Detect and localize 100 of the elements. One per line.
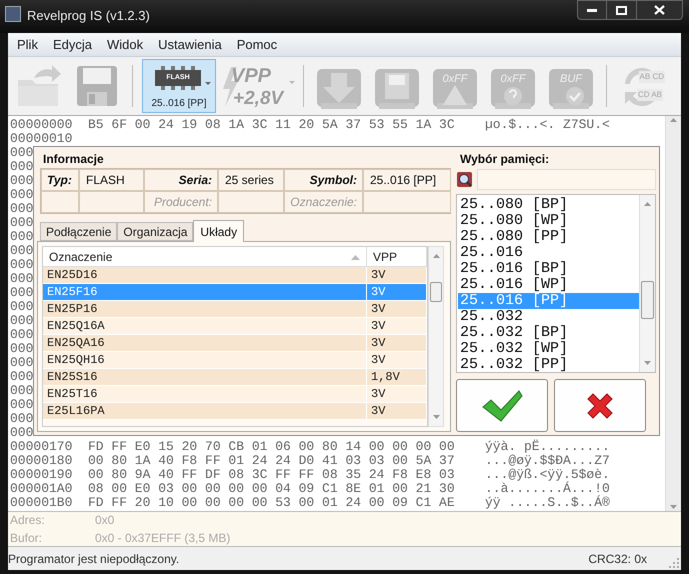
scrollbar[interactable] (665, 116, 681, 511)
column-title: VPP (373, 248, 398, 266)
scroll-thumb[interactable] (430, 282, 442, 302)
compare-label: CD AB (636, 89, 663, 101)
hex-address: 000 (10, 215, 34, 230)
table-row[interactable]: EN25P16 3V (43, 301, 427, 318)
search-icon (456, 171, 473, 188)
compare-label: AB CD (638, 71, 665, 83)
list-item[interactable]: 25..016 (458, 244, 639, 261)
table-cell: 3V (367, 267, 427, 283)
hex-ascii: ...@øÿ.$$ÐA...Z7 (485, 454, 610, 468)
hex-address: 00000000 (10, 117, 72, 132)
minimize-button[interactable] (577, 0, 607, 20)
scroll-down-icon (644, 361, 651, 365)
hex-address: 000 (10, 369, 34, 384)
column-header[interactable]: VPP (367, 247, 427, 266)
hex-address: 000 (10, 299, 34, 314)
field-label: Seria: (144, 169, 218, 191)
resize-grip-icon (669, 558, 679, 568)
menu-item[interactable]: Pomoc (230, 34, 284, 54)
hex-ascii: ..à.......Á...!0 (485, 482, 610, 496)
hex-address: 000 (10, 285, 34, 300)
scroll-up-icon (670, 118, 677, 122)
hex-ascii: µo.$...<. Z7SU.< (485, 118, 610, 132)
table-cell: EN25Q16A (43, 318, 367, 334)
empty-cell (79, 191, 144, 213)
tab[interactable]: Podłączenie (40, 222, 118, 241)
menu-item[interactable]: Widok (100, 34, 150, 54)
hex-address: 000 (10, 383, 34, 398)
info-value: 0x0 - 0x37EFFF (3,5 MB) (95, 530, 230, 547)
table-row[interactable]: E25L16PA 3V (43, 403, 427, 420)
field-value: FLASH (79, 169, 144, 191)
status-message: Programator jest niepodłączony. (8, 550, 180, 568)
hex-address: 00000170 (10, 439, 72, 454)
hex-bytes: FD FF 20 10 00 00 00 00 53 00 01 24 00 09 C1 AE (88, 496, 456, 510)
table-cell: EN25QH16 (43, 352, 367, 368)
search-field[interactable] (477, 169, 656, 190)
minimize-icon (587, 8, 597, 12)
maximize-button[interactable] (607, 0, 637, 20)
tab[interactable]: Układy (193, 220, 244, 242)
table-row[interactable]: EN25T16 3V (43, 386, 427, 403)
scroll-down-icon (670, 505, 677, 509)
list-item[interactable]: 25..032 [BP] (458, 324, 639, 341)
chip-caption: 25..016 [PP] (151, 98, 207, 110)
crc-value: CRC32: 0x (588, 550, 647, 568)
hex-address: 000 (10, 145, 34, 160)
hex-ascii: ýÿ .....S..$..Á® (485, 496, 610, 510)
hex-address: 000 (10, 187, 34, 202)
tab[interactable]: Organizacja (117, 222, 194, 241)
scroll-thumb[interactable] (641, 280, 654, 319)
table-cell: EN25P16 (43, 301, 367, 317)
column-header[interactable]: Oznaczenie (43, 247, 367, 266)
list-item[interactable]: 25..080 [BP] (458, 196, 639, 213)
table-row[interactable]: EN25QA16 3V (43, 335, 427, 352)
menu-item[interactable]: Edycja (46, 34, 99, 54)
hex-ascii: ýÿà. pË......... (485, 440, 610, 454)
field-value: 25..016 [PP] (363, 169, 451, 191)
hex-address: 000 (10, 243, 34, 258)
hex-address: 000 (10, 201, 34, 216)
hex-address: 00000180 (10, 453, 72, 468)
table-row[interactable]: EN25QH16 3V (43, 352, 427, 369)
list-item[interactable]: 25..080 [WP] (458, 212, 639, 229)
table-row[interactable]: EN25D16 3V (43, 267, 427, 284)
menu-item[interactable]: Ustawienia (151, 34, 229, 54)
table-cell: 3V (367, 386, 427, 402)
caret-icon (289, 81, 295, 84)
section-title: Informacje (42, 151, 104, 166)
table-row[interactable]: EN25S16 1,8V (43, 369, 427, 386)
list-item[interactable]: 25..016 [BP] (458, 260, 639, 277)
info-label: Adres: (10, 512, 46, 529)
hex-address: 00000010 (10, 131, 72, 146)
table-row[interactable]: EN25Q16A 3V (43, 318, 427, 335)
table-cell: E25L16PA (43, 403, 367, 419)
hex-address: 000 (10, 159, 34, 174)
menu-item[interactable]: Plik (10, 34, 45, 54)
list-item[interactable]: 25..016 [WP] (458, 276, 639, 293)
sort-ascending-icon (351, 255, 360, 260)
maximize-icon (616, 6, 627, 14)
ok-button[interactable] (456, 379, 548, 432)
hex-address: 000 (10, 327, 34, 342)
close-icon (654, 5, 665, 15)
scrollbar[interactable] (428, 246, 444, 427)
table-cell: 3V (367, 352, 427, 368)
scrollbar[interactable] (639, 194, 655, 372)
field-label: Typ: (41, 169, 79, 191)
field-label: Producent: (144, 191, 218, 213)
scroll-up-icon (433, 254, 440, 258)
table-cell: 1,8V (367, 369, 427, 385)
info-label: Bufor: (10, 530, 44, 547)
cancel-button[interactable] (554, 379, 646, 432)
list-item[interactable]: 25..032 [WP] (458, 340, 639, 357)
vpp-label: VPP (231, 64, 272, 89)
hex-bytes: FD FF E0 15 20 70 CB 01 06 00 80 14 00 00 00 00 (88, 440, 456, 454)
hex-ascii: ...@ÿß.<ÿÿ.5$øè. (485, 468, 610, 482)
table-cell: 3V (367, 284, 427, 300)
list-item[interactable]: 25..032 [PP] (458, 356, 639, 372)
list-item[interactable]: 25..032 (458, 308, 639, 325)
list-item[interactable]: 25..080 [PP] (458, 228, 639, 245)
hex-address: 000 (10, 355, 34, 370)
close-button[interactable] (637, 0, 683, 20)
